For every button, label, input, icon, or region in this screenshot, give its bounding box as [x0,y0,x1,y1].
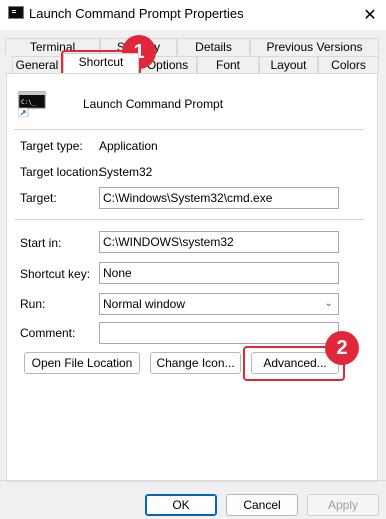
comment-label: Comment: [20,326,76,340]
step-2-badge: 2 [325,331,359,365]
tab-shortcut[interactable]: Shortcut [63,53,139,73]
tab-strip: Terminal Security Details Previous Versi… [0,34,386,74]
tab-details[interactable]: Details [177,38,250,55]
comment-input[interactable] [99,322,339,344]
run-label: Run: [20,297,46,311]
target-input[interactable]: C:\Windows\System32\cmd.exe [99,187,339,209]
target-type-value: Application [99,139,158,153]
tab-previous-versions[interactable]: Previous Versions [250,38,379,55]
apply-button[interactable]: Apply [307,494,379,516]
tab-colors[interactable]: Colors [318,56,379,73]
target-type-label: Target type: [20,139,83,153]
svg-text:C:\_: C:\_ [21,99,36,106]
target-location-value: System32 [99,165,153,179]
tab-font[interactable]: Font [197,56,259,73]
chevron-down-icon: ⌄ [324,298,333,309]
shortcut-app-icon: C:\_ [18,91,46,117]
run-select-value: Normal window [103,297,186,311]
tab-layout[interactable]: Layout [259,56,318,73]
tab-general[interactable]: General [12,56,62,73]
title-bar: Launch Command Prompt Properties ✕ [0,0,386,30]
change-icon-button[interactable]: Change Icon... [150,352,241,374]
footer-divider [0,480,386,481]
shortcut-name: Launch Command Prompt [83,97,224,111]
divider [14,219,364,220]
ok-button[interactable]: OK [145,494,217,516]
start-in-input[interactable]: C:\WINDOWS\system32 [99,231,339,253]
command-prompt-icon [8,6,24,19]
shortcut-key-input[interactable]: None [99,262,339,284]
run-select[interactable]: Normal window ⌄ [99,293,339,315]
target-location-label: Target location: [20,165,102,179]
window-title: Launch Command Prompt Properties [29,6,244,21]
target-label: Target: [20,191,57,205]
cancel-button[interactable]: Cancel [226,494,298,516]
start-in-label: Start in: [20,236,62,250]
open-file-location-button[interactable]: Open File Location [24,352,140,374]
shortcut-key-label: Shortcut key: [20,267,91,281]
divider [14,129,364,130]
close-button[interactable]: ✕ [354,0,386,30]
